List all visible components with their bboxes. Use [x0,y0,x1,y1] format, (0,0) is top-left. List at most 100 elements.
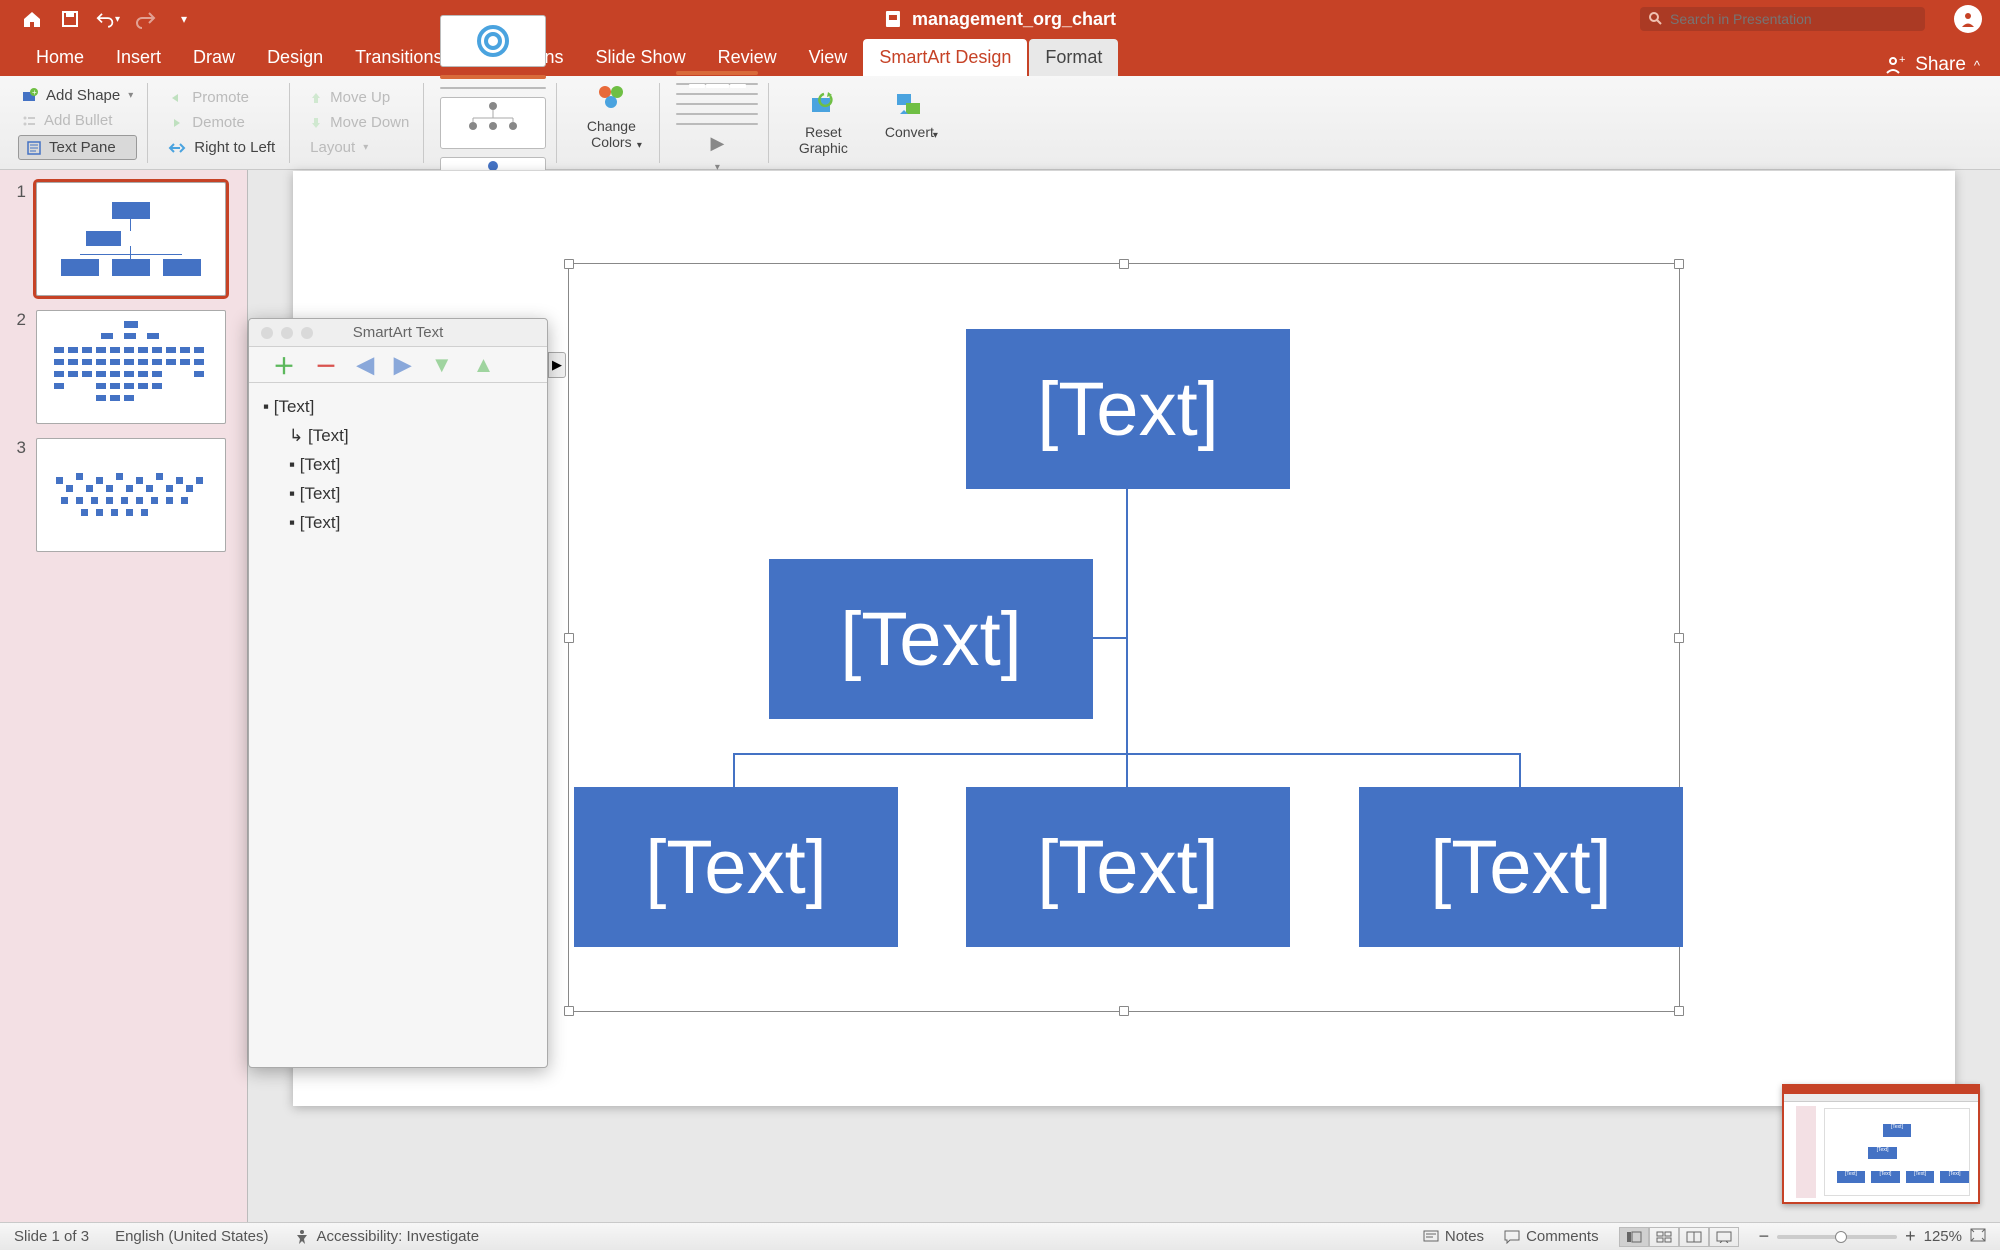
move-down-icon[interactable]: ▼ [431,352,453,378]
outline-item[interactable]: [Text] [263,422,533,451]
comments-button[interactable]: Comments [1504,1228,1599,1245]
window-controls[interactable] [249,327,313,339]
ribbon: + Add Shape ▾ Add Bullet Text Pane Promo… [0,76,2000,170]
zoom-level[interactable]: 125% [1924,1228,1962,1245]
remove-item-icon[interactable]: － [315,349,337,381]
chevron-down-icon: ▾ [128,90,133,101]
style-option-1[interactable] [676,71,758,75]
slide-number: 2 [14,310,26,330]
mini-preview: [Text] [Text] [Text] [Text] [Text] [Text… [1782,1084,1980,1204]
tab-draw[interactable]: Draw [177,39,251,76]
language-status[interactable]: English (United States) [115,1228,268,1245]
slide-thumb-1[interactable]: 1 [14,182,247,296]
share-label: Share [1915,54,1966,76]
ribbon-group-shape: + Add Shape ▾ Add Bullet Text Pane [8,83,148,163]
zoom-slider[interactable] [1777,1235,1897,1239]
indent-icon[interactable]: ▶ [394,352,411,378]
outline-item[interactable]: [Text] [263,393,533,422]
zoom-control: − + 125% [1759,1226,1986,1247]
org-box-child-2[interactable]: [Text] [966,787,1290,947]
save-icon[interactable] [58,7,82,31]
search-box[interactable] [1640,7,1925,31]
org-box-assistant[interactable]: [Text] [769,559,1093,719]
ribbon-tabs: Home Insert Draw Design Transitions Anim… [0,38,2000,76]
slide-thumbnails: 1 2 [0,170,248,1222]
outdent-icon[interactable]: ◀ [357,352,374,378]
org-box-top[interactable]: [Text] [966,329,1290,489]
style-option-4[interactable] [676,103,758,105]
move-up-button: Move Up [306,87,413,108]
promote-button: Promote [164,87,279,108]
ribbon-group-hierarchy: Promote Demote Right to Left [154,83,290,163]
zoom-out-button[interactable]: − [1759,1226,1770,1247]
chevron-down-icon: ▾ [637,140,642,151]
slideshow-view-button[interactable] [1709,1227,1739,1247]
file-icon [884,9,902,29]
accessibility-status[interactable]: Accessibility: Investigate [294,1228,479,1245]
style-option-2[interactable] [676,83,758,85]
ribbon-group-move: Move Up Move Down Layout ▾ [296,83,424,163]
layout-option-4[interactable] [440,97,546,149]
layouts-gallery: ◀ ▶▾ [430,83,557,163]
document-name: management_org_chart [912,9,1116,30]
notes-button[interactable]: Notes [1423,1228,1484,1245]
slide-thumb-3[interactable]: 3 [14,438,247,552]
right-to-left-button[interactable]: Right to Left [164,137,279,158]
styles-next-icon[interactable]: ▶▾ [707,133,727,175]
share-button[interactable]: + Share ^ [1885,54,1980,76]
demote-button: Demote [164,112,279,133]
add-item-icon[interactable]: ＋ [273,349,295,381]
org-box-child-1[interactable]: [Text] [574,787,898,947]
qat-customize-icon[interactable]: ▾ [172,7,196,31]
text-pane-outline[interactable]: [Text] [Text] [Text] [Text] [Text] [249,383,547,547]
view-buttons [1619,1227,1739,1247]
smartart-selection[interactable]: [Text] [Text] [Text] [Text] [Text] [568,263,1680,1012]
text-pane-toggle[interactable]: ▶ [548,352,566,378]
tab-smartart-design[interactable]: SmartArt Design [863,39,1027,76]
org-box-child-3[interactable]: [Text] [1359,787,1683,947]
chevron-down-icon: ▾ [363,142,368,153]
outline-item[interactable]: [Text] [263,451,533,480]
document-title: management_org_chart [884,9,1116,30]
tab-insert[interactable]: Insert [100,39,177,76]
title-bar: ▾ ▾ management_org_chart [0,0,2000,38]
reset-graphic-button[interactable]: Reset Graphic [785,90,861,156]
outline-item[interactable]: [Text] [263,509,533,538]
style-option-3[interactable] [676,93,758,95]
tab-home[interactable]: Home [20,39,100,76]
tab-format[interactable]: Format [1029,39,1118,76]
search-icon [1648,11,1662,30]
chevron-up-icon: ^ [1974,58,1980,73]
reading-view-button[interactable] [1679,1227,1709,1247]
layout-option-2[interactable] [440,75,546,79]
sorter-view-button[interactable] [1649,1227,1679,1247]
undo-icon[interactable]: ▾ [96,7,120,31]
home-icon[interactable] [20,7,44,31]
tab-design[interactable]: Design [251,39,339,76]
style-option-6[interactable] [676,123,758,125]
user-avatar[interactable] [1954,5,1982,33]
outline-item[interactable]: [Text] [263,480,533,509]
redo-icon[interactable] [134,7,158,31]
slide-counter[interactable]: Slide 1 of 3 [14,1228,89,1245]
normal-view-button[interactable] [1619,1227,1649,1247]
change-colors-button[interactable]: Change Colors ▾ [573,80,649,165]
add-bullet-button: Add Bullet [18,110,137,131]
move-up-icon[interactable]: ▲ [473,352,495,378]
move-down-button: Move Down [306,112,413,133]
ribbon-group-reset: Reset Graphic Convert ▾ [775,83,957,163]
fit-to-window-button[interactable] [1970,1228,1986,1246]
search-input[interactable] [1640,7,1925,31]
text-pane-button[interactable]: Text Pane [18,135,137,160]
slide-number: 1 [14,182,26,202]
zoom-in-button[interactable]: + [1905,1226,1916,1247]
slide-thumb-2[interactable]: 2 [14,310,247,424]
style-option-5[interactable] [676,113,758,115]
tab-view[interactable]: View [793,39,864,76]
add-shape-button[interactable]: + Add Shape ▾ [18,85,137,106]
smartart-text-pane[interactable]: SmartArt Text ＋ － ◀ ▶ ▼ ▲ [Text] [Text] … [248,318,548,1068]
layout-option-3[interactable] [440,87,546,89]
convert-button[interactable]: Convert ▾ [871,90,947,156]
layout-option-1[interactable] [440,15,546,67]
quick-access-toolbar: ▾ ▾ [0,7,196,31]
